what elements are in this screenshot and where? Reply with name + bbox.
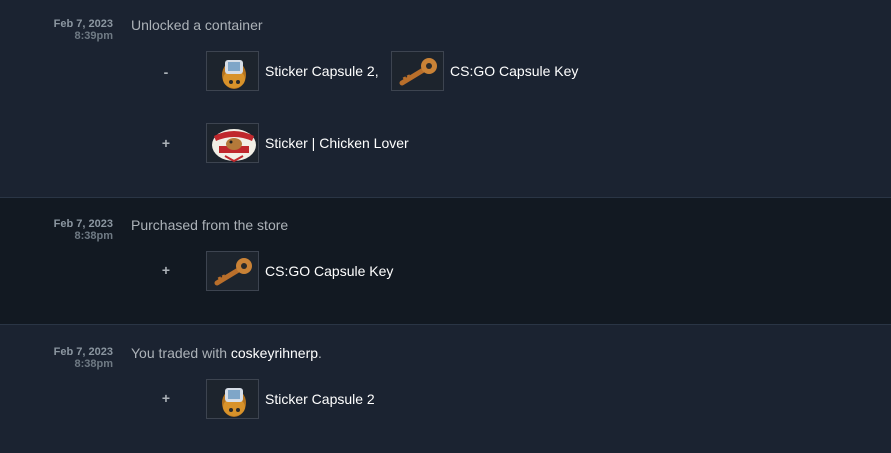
- entry-description: Unlocked a container: [131, 17, 263, 33]
- item-name[interactable]: CS:GO Capsule Key: [265, 263, 393, 279]
- history-entry: Feb 7, 2023 8:38pm You traded with coske…: [0, 325, 891, 453]
- added-sign: +: [161, 135, 171, 151]
- description-suffix: .: [318, 345, 322, 361]
- item-name[interactable]: Sticker Capsule 2: [265, 391, 375, 407]
- added-sign: +: [161, 390, 171, 406]
- date-text: Feb 7, 2023: [53, 346, 113, 358]
- item-name[interactable]: CS:GO Capsule Key: [450, 63, 578, 79]
- chicken-lover-sticker-icon[interactable]: [206, 123, 259, 163]
- added-sign: +: [161, 262, 171, 278]
- entry-date: Feb 7, 2023 8:38pm: [0, 218, 113, 242]
- item-name[interactable]: Sticker | Chicken Lover: [265, 135, 409, 151]
- sticker-capsule-icon[interactable]: [206, 51, 259, 91]
- time-text: 8:38pm: [74, 358, 113, 370]
- description-prefix: You traded with: [131, 345, 227, 361]
- removed-sign: -: [163, 64, 169, 80]
- entry-date: Feb 7, 2023 8:39pm: [0, 18, 113, 42]
- sticker-capsule-icon[interactable]: [206, 379, 259, 419]
- item-name[interactable]: Sticker Capsule 2,: [265, 63, 379, 79]
- entry-date: Feb 7, 2023 8:38pm: [0, 346, 113, 370]
- trade-partner-link[interactable]: coskeyrihnerp: [231, 345, 318, 361]
- history-entry: Feb 7, 2023 8:38pm Purchased from the st…: [0, 198, 891, 324]
- date-text: Feb 7, 2023: [53, 18, 113, 30]
- history-entry: Feb 7, 2023 8:39pm Unlocked a container …: [0, 0, 891, 197]
- time-text: 8:38pm: [74, 230, 113, 242]
- date-text: Feb 7, 2023: [53, 218, 113, 230]
- capsule-key-icon[interactable]: [206, 251, 259, 291]
- entry-description: You traded with coskeyrihnerp.: [131, 345, 322, 361]
- time-text: 8:39pm: [74, 30, 113, 42]
- entry-description: Purchased from the store: [131, 217, 289, 233]
- capsule-key-icon[interactable]: [391, 51, 444, 91]
